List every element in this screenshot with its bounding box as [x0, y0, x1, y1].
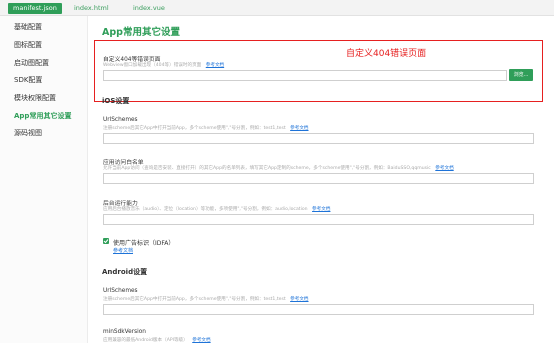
android-urlschemes-doc-link[interactable]: 参考文档: [290, 297, 308, 302]
android-minsdk-desc: 应用兼容的最低Android版本（API等级） 参考文档: [103, 337, 211, 343]
sidebar-item-splash[interactable]: 启动图配置: [14, 58, 49, 68]
sidebar-item-sdk[interactable]: SDK配置: [14, 75, 42, 85]
ios-section-title: iOS设置: [102, 97, 130, 105]
ios-whitelist-desc: 允许当前App访问（查询是否安装、直接打开）的其它App的名单列表，填写其它Ap…: [103, 165, 454, 171]
android-urlschemes-desc: 注册scheme后其它App中打开当前App，多个scheme使用","号分割，…: [103, 296, 309, 302]
settings-main: App常用其它设置 自定义404错误页面 自定义404等错误页面 Webview…: [88, 16, 554, 343]
annotation-text: 自定义404错误页面: [346, 49, 427, 59]
ios-urlschemes-label: UrlSchemes: [103, 117, 138, 123]
tab-index-html[interactable]: index.html: [74, 3, 109, 14]
ios-urlschemes-input[interactable]: [103, 133, 534, 144]
android-urlschemes-label: UrlSchemes: [103, 288, 138, 294]
tab-manifest-json[interactable]: manifest.json: [8, 3, 62, 14]
ios-urlschemes-doc-link[interactable]: 参考文档: [290, 126, 308, 131]
android-minsdk-doc-link[interactable]: 参考文档: [192, 338, 210, 343]
android-urlschemes-input[interactable]: [103, 304, 534, 315]
sidebar-item-app-other[interactable]: App常用其它设置: [14, 111, 71, 121]
ios-urlschemes-desc-text: 注册scheme后其它App中打开当前App，多个scheme使用","号分割，…: [103, 126, 286, 131]
editor-tab-bar: manifest.json index.html index.vue: [0, 0, 554, 16]
error-page-desc-text: Webview窗口加载出现（404等）错误时的页面: [103, 63, 202, 68]
tab-index-vue[interactable]: index.vue: [133, 3, 165, 14]
ios-background-desc: 应用后台播放音乐（audio）、定位（location）等功能，多项使用","号…: [103, 206, 330, 212]
ios-whitelist-desc-text: 允许当前App访问（查询是否安装、直接打开）的其它App的名单列表，填写其它Ap…: [103, 166, 431, 171]
ios-background-desc-text: 应用后台播放音乐（audio）、定位（location）等功能，多项使用","号…: [103, 207, 308, 212]
sidebar-item-icons[interactable]: 图标配置: [14, 40, 42, 50]
idfa-label: 使用广告标识（IDFA）: [113, 240, 175, 247]
android-minsdk-label: minSdkVersion: [103, 329, 146, 335]
android-urlschemes-desc-text: 注册scheme后其它App中打开当前App，多个scheme使用","号分割，…: [103, 297, 286, 302]
ios-whitelist-input[interactable]: [103, 173, 534, 184]
checkmark-icon: [103, 239, 109, 244]
android-minsdk-desc-text: 应用兼容的最低Android版本（API等级）: [103, 338, 188, 343]
error-page-input[interactable]: [103, 70, 507, 81]
sidebar-item-source[interactable]: 源码视图: [14, 128, 42, 138]
page-title: App常用其它设置: [102, 27, 180, 38]
ios-background-input[interactable]: [103, 214, 534, 225]
android-section-title: Android设置: [102, 268, 148, 276]
idfa-doc-link[interactable]: 参考文档: [113, 247, 133, 254]
ios-background-doc-link[interactable]: 参考文档: [312, 207, 330, 212]
settings-sidebar: 基础配置 图标配置 启动图配置 SDK配置 模块权限配置 App常用其它设置 源…: [0, 16, 88, 343]
ios-whitelist-doc-link[interactable]: 参考文档: [435, 166, 453, 171]
ios-urlschemes-desc: 注册scheme后其它App中打开当前App，多个scheme使用","号分割，…: [103, 125, 309, 131]
sidebar-item-permissions[interactable]: 模块权限配置: [14, 93, 56, 103]
error-page-desc: Webview窗口加载出现（404等）错误时的页面 参考文档: [103, 62, 224, 68]
sidebar-item-basic[interactable]: 基础配置: [14, 22, 42, 32]
browse-button[interactable]: 浏览...: [509, 69, 533, 81]
idfa-checkbox[interactable]: [103, 238, 109, 244]
error-page-doc-link[interactable]: 参考文档: [206, 63, 224, 68]
